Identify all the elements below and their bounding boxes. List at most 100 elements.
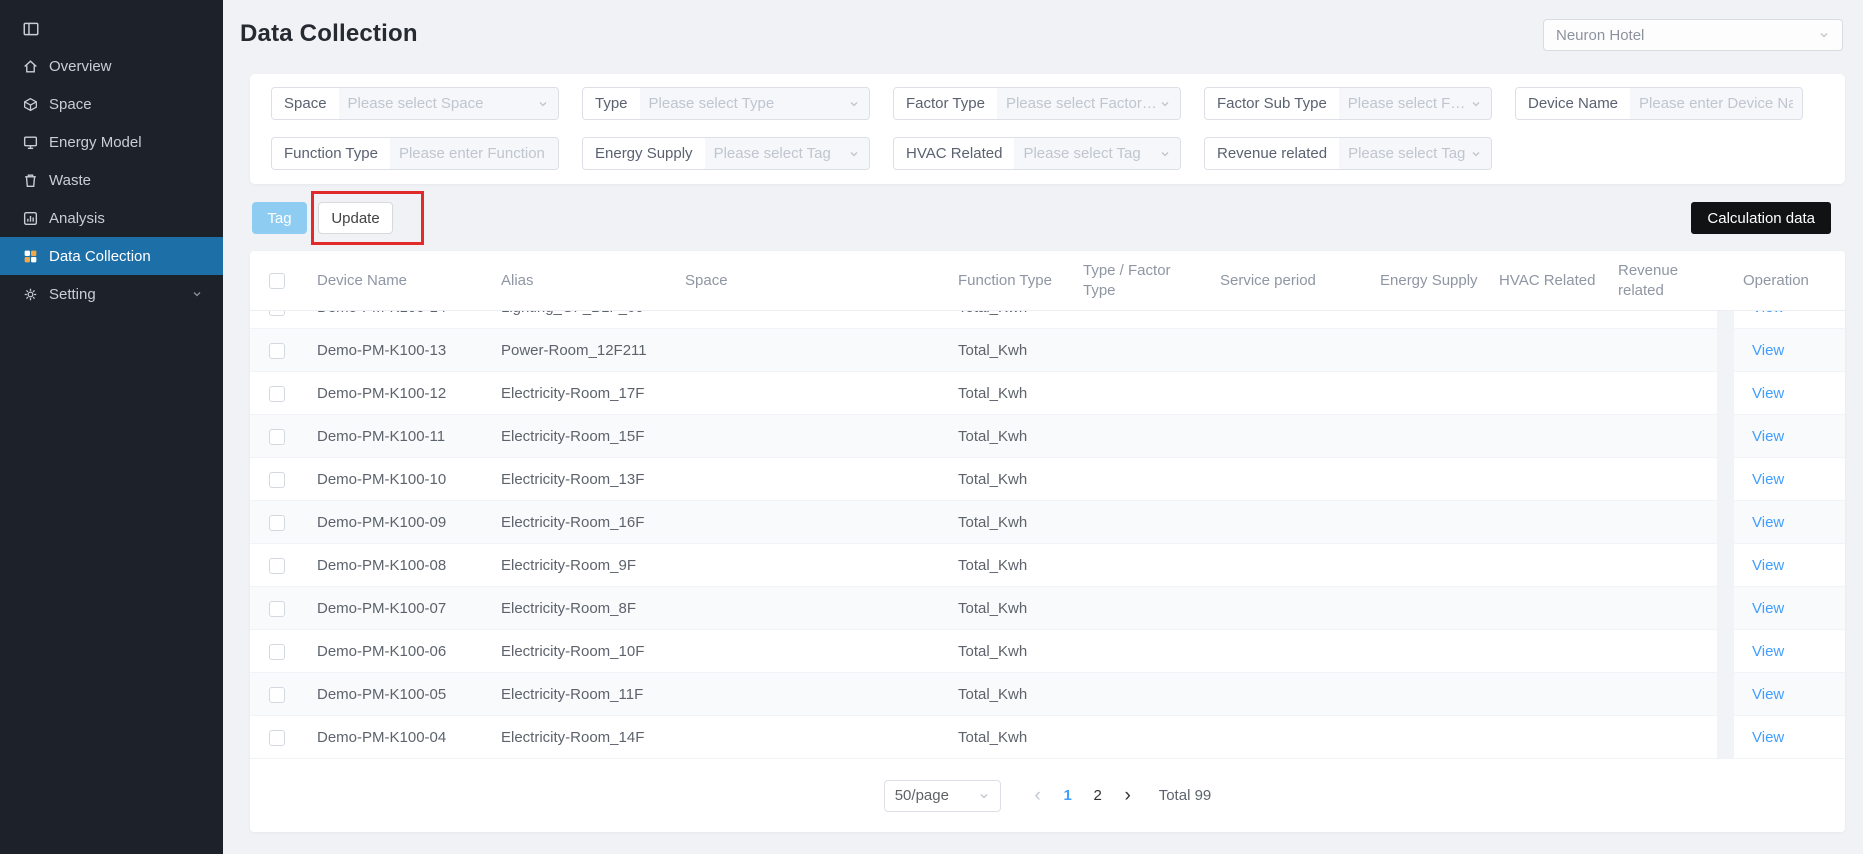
collapse-menu-icon[interactable] [22,20,223,38]
energy-model-icon [22,134,39,151]
cell-alias: Electricity-Room_13F [487,471,671,488]
row-checkbox[interactable] [269,472,285,488]
table-body: Demo-PM-K100-14 Lighting_GF_B1F_60 Total… [250,311,1845,759]
space-select[interactable]: Please select Space [339,88,558,119]
chevron-down-icon [1470,148,1482,160]
row-checkbox[interactable] [269,730,285,746]
chevron-down-icon [848,148,860,160]
row-checkbox[interactable] [269,343,285,359]
sidebar-item-data-collection[interactable]: Data Collection [0,237,223,275]
sidebar-item-analysis[interactable]: Analysis [0,199,223,237]
filter-label: Energy Supply [583,138,705,169]
view-link[interactable]: View [1752,643,1784,660]
device-name-field [1630,88,1802,119]
view-link[interactable]: View [1752,385,1784,402]
select-all-checkbox[interactable] [269,273,285,289]
column-header-operation: Operation [1734,271,1845,291]
cell-function-type: Total_Kwh [944,600,1069,617]
filter-label: Factor Sub Type [1205,88,1339,119]
row-checkbox[interactable] [269,558,285,574]
hotel-selector[interactable]: Neuron Hotel [1543,19,1843,51]
row-checkbox[interactable] [269,311,285,316]
table-row: Demo-PM-K100-07 Electricity-Room_8F Tota… [250,587,1845,630]
cell-alias: Electricity-Room_14F [487,729,671,746]
prev-page-button[interactable]: ‹ [1023,781,1053,811]
row-checkbox[interactable] [269,644,285,660]
row-checkbox[interactable] [269,515,285,531]
factor-sub-type-select[interactable]: Please select F… [1339,88,1491,119]
cell-device-name: Demo-PM-K100-10 [303,471,487,488]
cell-function-type: Total_Kwh [944,428,1069,445]
space-icon [22,96,39,113]
energy-supply-select[interactable]: Please select Tag [705,138,869,169]
sidebar-item-label: Space [49,96,92,113]
column-header-function-type: Function Type [944,271,1069,291]
next-page-button[interactable]: › [1113,781,1143,811]
total-count: Total 99 [1159,787,1212,804]
hvac-related-select[interactable]: Please select Tag [1014,138,1180,169]
cell-device-name: Demo-PM-K100-09 [303,514,487,531]
device-table: Device Name Alias Space Function Type Ty… [250,251,1845,832]
cell-alias: Power-Room_12F211 [487,342,671,359]
chevron-down-icon [1470,98,1482,110]
filter-label: Factor Type [894,88,997,119]
filter-function-type: Function Type [271,137,559,170]
function-type-field [390,138,558,169]
view-link[interactable]: View [1752,686,1784,703]
filter-label: Device Name [1516,88,1630,119]
tag-button[interactable]: Tag [252,202,307,234]
hotel-selector-value: Neuron Hotel [1556,27,1644,44]
revenue-related-select[interactable]: Please select Tag [1339,138,1491,169]
view-link[interactable]: View [1752,311,1784,316]
sidebar-item-space[interactable]: Space [0,85,223,123]
cell-alias: Electricity-Room_11F [487,686,671,703]
row-checkbox[interactable] [269,429,285,445]
scrollbar-gutter [1717,251,1734,310]
filter-factor-sub-type: Factor Sub Type Please select F… [1204,87,1492,120]
row-checkbox[interactable] [269,386,285,402]
device-name-input[interactable] [1639,95,1793,112]
sidebar-item-setting[interactable]: Setting [0,275,223,313]
page-title: Data Collection [240,20,418,48]
table-row: Demo-PM-K100-06 Electricity-Room_10F Tot… [250,630,1845,673]
page-button-1[interactable]: 1 [1053,781,1083,811]
column-header-revenue-related: Revenue related [1604,261,1717,300]
filter-label: Revenue related [1205,138,1339,169]
table-row: Demo-PM-K100-11 Electricity-Room_15F Tot… [250,415,1845,458]
factor-type-select[interactable]: Please select Factor… [997,88,1180,119]
view-link[interactable]: View [1752,428,1784,445]
filter-energy-supply: Energy Supply Please select Tag [582,137,870,170]
page-size-select[interactable]: 50/page [884,780,1001,812]
cell-device-name: Demo-PM-K100-08 [303,557,487,574]
sidebar-item-waste[interactable]: Waste [0,161,223,199]
view-link[interactable]: View [1752,514,1784,531]
sidebar-item-label: Data Collection [49,248,151,265]
main-content: Data Collection Neuron Hotel Space Pleas… [223,0,1863,854]
cell-alias: Electricity-Room_10F [487,643,671,660]
update-button[interactable]: Update [318,202,393,234]
function-type-input[interactable] [399,145,549,162]
scrollbar-gutter [1717,415,1734,457]
cell-alias: Electricity-Room_15F [487,428,671,445]
view-link[interactable]: View [1752,342,1784,359]
column-header-hvac-related: HVAC Related [1485,271,1604,291]
view-link[interactable]: View [1752,471,1784,488]
view-link[interactable]: View [1752,600,1784,617]
cell-device-name: Demo-PM-K100-06 [303,643,487,660]
sidebar-menu: Overview Space Energy [0,47,223,313]
page-button-2[interactable]: 2 [1083,781,1113,811]
cell-device-name: Demo-PM-K100-12 [303,385,487,402]
sidebar-item-overview[interactable]: Overview [0,47,223,85]
cell-alias: Electricity-Room_9F [487,557,671,574]
cell-function-type: Total_Kwh [944,342,1069,359]
view-link[interactable]: View [1752,557,1784,574]
row-checkbox[interactable] [269,687,285,703]
calculation-data-button[interactable]: Calculation data [1691,202,1831,234]
row-checkbox[interactable] [269,601,285,617]
sidebar-item-label: Overview [49,58,112,75]
sidebar-item-energy-model[interactable]: Energy Model [0,123,223,161]
analysis-icon [22,210,39,227]
type-select[interactable]: Please select Type [640,88,869,119]
view-link[interactable]: View [1752,729,1784,746]
sidebar: Overview Space Energy [0,0,223,854]
